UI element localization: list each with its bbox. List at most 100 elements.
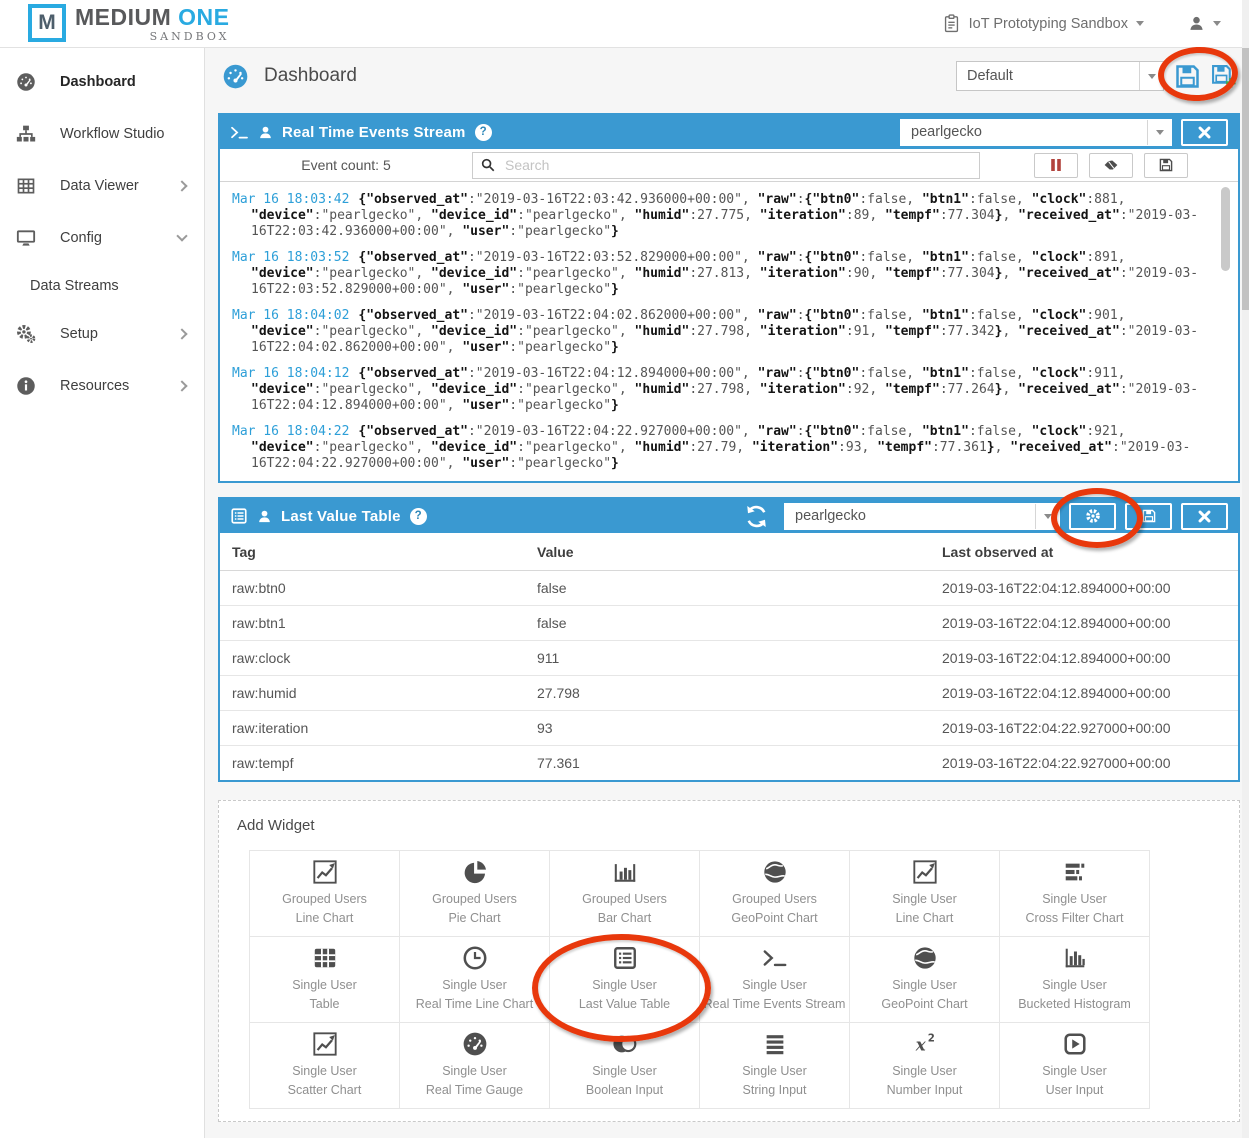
page-scrollbar[interactable] <box>1242 0 1249 1138</box>
dashboard-select[interactable]: Default <box>956 61 1164 91</box>
sidebar-item-dashboard[interactable]: Dashboard <box>0 56 204 108</box>
user-menu[interactable] <box>1188 15 1221 32</box>
widget-option-single-user-boolean-input[interactable]: Single UserBoolean Input <box>550 1023 699 1108</box>
page-scrollbar-thumb[interactable] <box>1242 48 1249 310</box>
brand-subtitle: SANDBOX <box>150 30 230 43</box>
widget-option-single-user-real-time-gauge[interactable]: Single UserReal Time Gauge <box>400 1023 549 1108</box>
event-log-entry: Mar 16 18:03:42{"observed_at":"2019-03-1… <box>232 192 1204 240</box>
widget-option-single-user-last-value-table[interactable]: Single UserLast Value Table <box>550 937 699 1022</box>
chevron-right-icon <box>176 180 187 191</box>
help-icon[interactable]: ? <box>410 508 427 525</box>
table-icon <box>16 176 38 196</box>
widget-option-single-user-bucketed-histogram[interactable]: Single UserBucketed Histogram <box>1000 937 1149 1022</box>
last-value-table-widget: Last Value Table ? pearlgecko Tag Value <box>218 497 1240 782</box>
widget-option-single-user-scatter-chart[interactable]: Single UserScatter Chart <box>250 1023 399 1108</box>
widget-option-line2: Line Chart <box>896 909 954 928</box>
widget-option-line2: Scatter Chart <box>288 1081 362 1100</box>
widget-option-single-user-user-input[interactable]: Single UserUser Input <box>1000 1023 1149 1108</box>
save-stream-button[interactable] <box>1144 153 1188 178</box>
widget-option-grouped-users-geopoint-chart[interactable]: Grouped UsersGeoPoint Chart <box>700 851 849 936</box>
tag-cell: raw:clock <box>220 641 525 676</box>
widget-option-single-user-cross-filter-chart[interactable]: Single UserCross Filter Chart <box>1000 851 1149 936</box>
widget-settings-button[interactable] <box>1069 503 1116 530</box>
device-select[interactable]: pearlgecko <box>784 503 1060 530</box>
widget-option-grouped-users-pie-chart[interactable]: Grouped UsersPie Chart <box>400 851 549 936</box>
widget-option-single-user-string-input[interactable]: Single UserString Input <box>700 1023 849 1108</box>
sidebar-item-label: Setup <box>60 326 98 342</box>
bar-chart-icon <box>612 859 638 885</box>
widget-option-line2: Cross Filter Chart <box>1026 909 1124 928</box>
tag-cell: raw:tempf <box>220 746 525 781</box>
svg-text:x: x <box>914 1035 926 1055</box>
last-value-table: Tag Value Last observed at raw:btn0false… <box>220 533 1238 780</box>
widget-option-line2: Bucketed Histogram <box>1018 995 1131 1014</box>
widget-option-line2: GeoPoint Chart <box>731 909 817 928</box>
event-timestamp: Mar 16 18:03:52 <box>232 250 349 265</box>
save-dashboard-as-new-button[interactable] <box>1211 64 1236 89</box>
event-timestamp: Mar 16 18:04:22 <box>232 424 349 439</box>
sidebar-item-data-streams[interactable]: Data Streams <box>0 264 204 308</box>
widget-option-single-user-number-input[interactable]: x2Single UserNumber Input <box>850 1023 999 1108</box>
widget-option-grouped-users-bar-chart[interactable]: Grouped UsersBar Chart <box>550 851 699 936</box>
terminal-icon <box>762 945 788 971</box>
event-timestamp: Mar 16 18:04:02 <box>232 308 349 323</box>
pie-chart-icon <box>462 859 488 885</box>
last-observed-cell: 2019-03-16T22:04:12.894000+00:00 <box>930 676 1238 711</box>
close-widget-button[interactable] <box>1181 119 1228 146</box>
widget-option-line1: Grouped Users <box>432 890 517 909</box>
widget-option-single-user-real-time-line-chart[interactable]: Single UserReal Time Line Chart <box>400 937 549 1022</box>
workspace-selector[interactable]: IoT Prototyping Sandbox <box>942 14 1144 33</box>
widget-option-line2: GeoPoint Chart <box>881 995 967 1014</box>
real-time-events-stream-widget: Real Time Events Stream ? pearlgecko Eve… <box>218 113 1240 483</box>
sidebar-item-label: Data Streams <box>30 278 119 294</box>
widget-option-line1: Grouped Users <box>282 890 367 909</box>
widget-option-line2: Pie Chart <box>448 909 500 928</box>
close-widget-button[interactable] <box>1181 503 1228 530</box>
sidebar-item-setup[interactable]: Setup <box>0 308 204 360</box>
widget-option-grouped-users-line-chart[interactable]: Grouped UsersLine Chart <box>250 851 399 936</box>
clear-stream-button[interactable] <box>1089 153 1133 178</box>
value-cell: 77.361 <box>525 746 930 781</box>
widget-option-single-user-geopoint-chart[interactable]: Single UserGeoPoint Chart <box>850 937 999 1022</box>
device-select-value: pearlgecko <box>901 124 1147 140</box>
widget-option-line2: Table <box>310 995 340 1014</box>
table-row: raw:tempf77.3612019-03-16T22:04:22.92700… <box>220 746 1238 781</box>
sidebar-item-resources[interactable]: Resources <box>0 360 204 412</box>
widget-option-line1: Single User <box>1042 1062 1107 1081</box>
column-header-last-observed: Last observed at <box>930 533 1238 571</box>
chevron-right-icon <box>176 380 187 391</box>
list-table-icon <box>230 507 248 525</box>
table-row: raw:btn0false2019-03-16T22:04:12.894000+… <box>220 571 1238 606</box>
toggle-icon <box>612 1031 638 1057</box>
tag-cell: raw:humid <box>220 676 525 711</box>
save-widget-button[interactable] <box>1125 503 1172 530</box>
gauge-icon <box>16 72 38 92</box>
widget-option-single-user-line-chart[interactable]: Single UserLine Chart <box>850 851 999 936</box>
search-input[interactable] <box>503 156 971 174</box>
value-cell: 93 <box>525 711 930 746</box>
value-cell: 911 <box>525 641 930 676</box>
sidebar-item-data-viewer[interactable]: Data Viewer <box>0 160 204 212</box>
save-dashboard-button[interactable] <box>1175 64 1200 89</box>
pause-stream-button[interactable] <box>1034 153 1078 178</box>
widget-option-single-user-table[interactable]: Single UserTable <box>250 937 399 1022</box>
sidebar-item-workflow-studio[interactable]: Workflow Studio <box>0 108 204 160</box>
chevron-down-icon <box>1139 62 1163 90</box>
widget-option-line2: User Input <box>1046 1081 1104 1100</box>
log-scrollbar-thumb[interactable] <box>1221 187 1230 271</box>
event-log: Mar 16 18:03:42{"observed_at":"2019-03-1… <box>220 182 1238 481</box>
help-icon[interactable]: ? <box>475 124 492 141</box>
sidebar-item-label: Config <box>60 230 102 246</box>
sidebar-item-config[interactable]: Config <box>0 212 204 264</box>
widget-option-line1: Single User <box>592 976 657 995</box>
widget-option-single-user-real-time-events-stream[interactable]: Single UserReal Time Events Stream <box>700 937 849 1022</box>
last-observed-cell: 2019-03-16T22:04:22.927000+00:00 <box>930 711 1238 746</box>
refresh-button[interactable] <box>744 504 769 529</box>
device-select[interactable]: pearlgecko <box>900 119 1172 146</box>
last-observed-cell: 2019-03-16T22:04:12.894000+00:00 <box>930 606 1238 641</box>
medium-one-logo: M MEDIUM ONE SANDBOX <box>28 4 230 43</box>
chevron-down-icon <box>1147 120 1171 145</box>
widget-option-line1: Single User <box>592 1062 657 1081</box>
table-row: raw:clock9112019-03-16T22:04:12.894000+0… <box>220 641 1238 676</box>
value-cell: false <box>525 606 930 641</box>
